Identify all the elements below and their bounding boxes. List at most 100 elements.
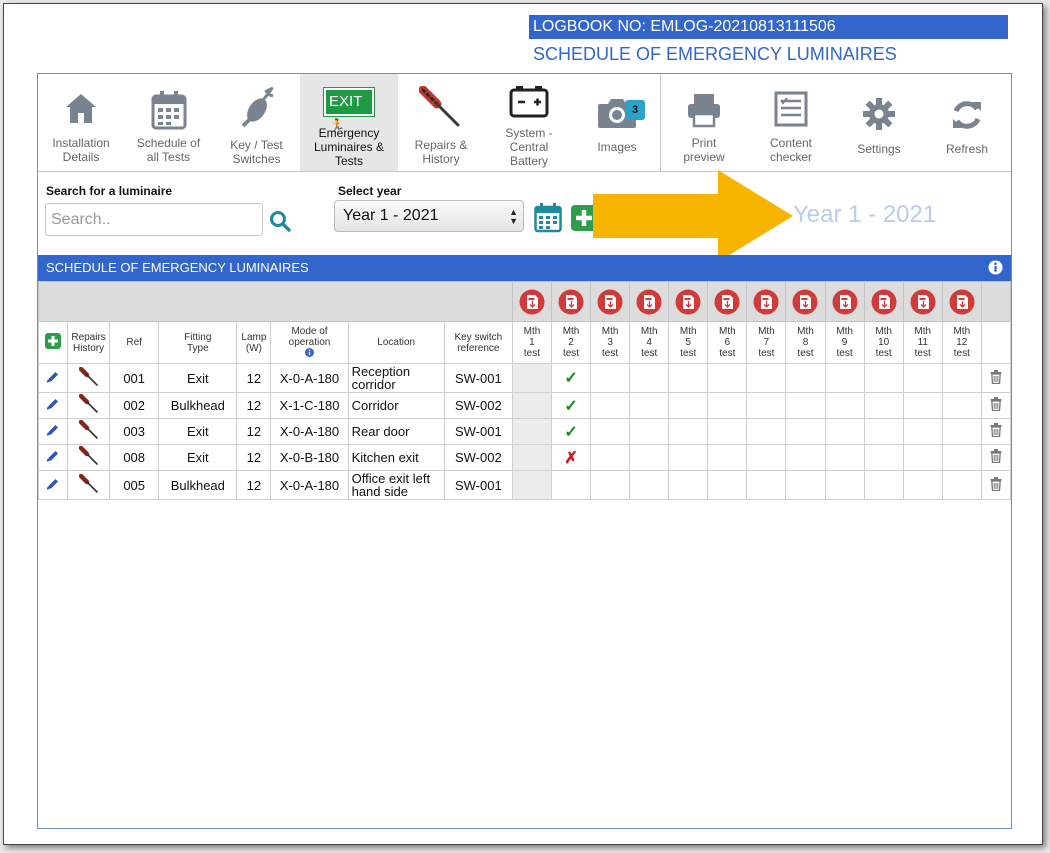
mth-7-test-cell[interactable] <box>746 418 787 445</box>
pdf-download-icon[interactable] <box>714 289 740 315</box>
pencil-icon[interactable] <box>46 370 60 384</box>
repairs-history-button[interactable] <box>67 470 111 500</box>
edit-button[interactable] <box>37 444 69 471</box>
tool-repairs-history[interactable]: Repairs & History <box>398 74 484 171</box>
screwdriver-icon[interactable] <box>78 473 99 494</box>
mth-5-test-cell[interactable] <box>668 363 709 393</box>
mth-5-test-cell[interactable] <box>668 444 709 471</box>
pencil-icon[interactable] <box>46 397 60 411</box>
mth-9-test-cell[interactable] <box>824 444 865 471</box>
pencil-icon[interactable] <box>46 477 60 491</box>
mth-10-test-cell[interactable] <box>863 444 904 471</box>
trash-icon[interactable] <box>990 423 1002 438</box>
mth-6-test-cell[interactable] <box>707 418 748 445</box>
mth-3-test-cell[interactable] <box>590 392 631 419</box>
edit-button[interactable] <box>37 392 69 419</box>
tool-content-checker[interactable]: Content checker <box>747 74 835 171</box>
pencil-icon[interactable] <box>46 423 60 437</box>
mth-9-test-cell[interactable] <box>824 470 865 500</box>
mth-11-test-cell[interactable] <box>902 470 943 500</box>
tool-images[interactable]: 3 Images <box>574 74 660 171</box>
tool-schedule-all-tests[interactable]: Schedule of all Tests <box>124 74 213 171</box>
mth-12-test-cell[interactable] <box>941 444 982 471</box>
screwdriver-icon[interactable] <box>78 393 99 414</box>
mth-3-test-cell[interactable] <box>590 470 631 500</box>
mth-5-test-cell[interactable] <box>668 418 709 445</box>
mth-7-test-cell[interactable] <box>746 392 787 419</box>
pencil-icon[interactable] <box>46 449 60 463</box>
screwdriver-icon[interactable] <box>78 445 99 466</box>
mth-10-test-cell[interactable] <box>863 363 904 393</box>
delete-button[interactable] <box>980 392 1012 419</box>
pdf-download-icon[interactable] <box>636 289 662 315</box>
mth-7-test-cell[interactable] <box>746 470 787 500</box>
mth-3-test-cell[interactable] <box>590 363 631 393</box>
mth-7-test-cell[interactable] <box>746 363 787 393</box>
pdf-download-icon[interactable] <box>910 289 936 315</box>
mth-12-test-cell[interactable] <box>941 418 982 445</box>
mth-10-test-cell[interactable] <box>863 470 904 500</box>
tool-refresh[interactable]: Refresh <box>923 74 1011 171</box>
pdf-download-icon[interactable] <box>792 289 818 315</box>
mth-8-test-cell[interactable] <box>785 470 826 500</box>
delete-button[interactable] <box>980 363 1012 393</box>
mth-8-test-cell[interactable] <box>785 392 826 419</box>
repairs-history-button[interactable] <box>67 444 111 471</box>
trash-icon[interactable] <box>990 449 1002 464</box>
mth-5-test-cell[interactable] <box>668 392 709 419</box>
mth-1-test-cell[interactable] <box>511 470 552 500</box>
tool-key-test-switches[interactable]: Key / Test Switches <box>213 74 300 171</box>
mth-10-test-cell[interactable] <box>863 418 904 445</box>
mth-1-test-cell[interactable] <box>511 444 552 471</box>
calendar-icon[interactable] <box>534 203 562 233</box>
mth-12-test-cell[interactable] <box>941 392 982 419</box>
mth-1-test-cell[interactable] <box>511 363 552 393</box>
repairs-history-button[interactable] <box>67 418 111 445</box>
mth-6-test-cell[interactable] <box>707 392 748 419</box>
mth-2-test-cell[interactable]: ✓ <box>550 418 592 445</box>
mth-11-test-cell[interactable] <box>902 392 943 419</box>
add-luminaire-button[interactable] <box>45 333 62 349</box>
pdf-download-icon[interactable] <box>832 289 858 315</box>
mth-11-test-cell[interactable] <box>902 418 943 445</box>
repairs-history-button[interactable] <box>67 363 111 393</box>
pdf-download-icon[interactable] <box>949 289 975 315</box>
tool-system-battery[interactable]: System - Central Battery <box>484 74 574 171</box>
year-select[interactable]: Year 1 - 2021 ▲ ▼ <box>334 200 524 232</box>
pdf-download-icon[interactable] <box>753 289 779 315</box>
mth-10-test-cell[interactable] <box>863 392 904 419</box>
mth-4-test-cell[interactable] <box>629 392 670 419</box>
mth-2-test-cell[interactable]: ✓ <box>550 392 592 419</box>
pdf-download-icon[interactable] <box>558 289 584 315</box>
trash-icon[interactable] <box>990 397 1002 412</box>
mth-4-test-cell[interactable] <box>629 470 670 500</box>
mth-8-test-cell[interactable] <box>785 363 826 393</box>
edit-button[interactable] <box>37 470 69 500</box>
mth-9-test-cell[interactable] <box>824 418 865 445</box>
pdf-download-icon[interactable] <box>675 289 701 315</box>
edit-button[interactable] <box>37 363 69 393</box>
mth-1-test-cell[interactable] <box>511 392 552 419</box>
mth-6-test-cell[interactable] <box>707 444 748 471</box>
pdf-download-icon[interactable] <box>597 289 623 315</box>
search-input[interactable] <box>45 203 263 236</box>
tool-installation-details[interactable]: Installation Details <box>38 74 124 171</box>
pdf-download-icon[interactable] <box>519 289 545 315</box>
mth-8-test-cell[interactable] <box>785 444 826 471</box>
repairs-history-button[interactable] <box>67 392 111 419</box>
mth-2-test-cell[interactable] <box>550 470 592 500</box>
delete-button[interactable] <box>980 418 1012 445</box>
mth-4-test-cell[interactable] <box>629 363 670 393</box>
mth-4-test-cell[interactable] <box>629 418 670 445</box>
mth-11-test-cell[interactable] <box>902 444 943 471</box>
screwdriver-icon[interactable] <box>78 419 99 440</box>
mth-3-test-cell[interactable] <box>590 444 631 471</box>
mth-9-test-cell[interactable] <box>824 363 865 393</box>
delete-button[interactable] <box>980 470 1012 500</box>
mth-9-test-cell[interactable] <box>824 392 865 419</box>
mth-7-test-cell[interactable] <box>746 444 787 471</box>
info-icon[interactable] <box>305 347 315 357</box>
mth-4-test-cell[interactable] <box>629 444 670 471</box>
edit-button[interactable] <box>37 418 69 445</box>
mth-6-test-cell[interactable] <box>707 363 748 393</box>
